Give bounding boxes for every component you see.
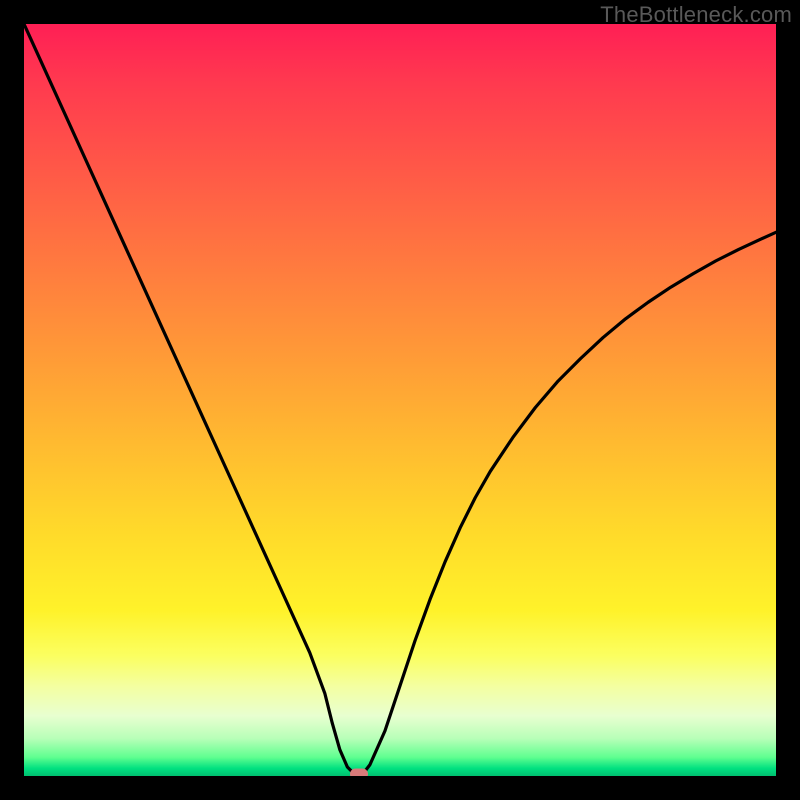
plot-area (24, 24, 776, 776)
minimum-marker (350, 769, 368, 776)
chart-frame: TheBottleneck.com (0, 0, 800, 800)
bottleneck-curve (24, 24, 776, 776)
